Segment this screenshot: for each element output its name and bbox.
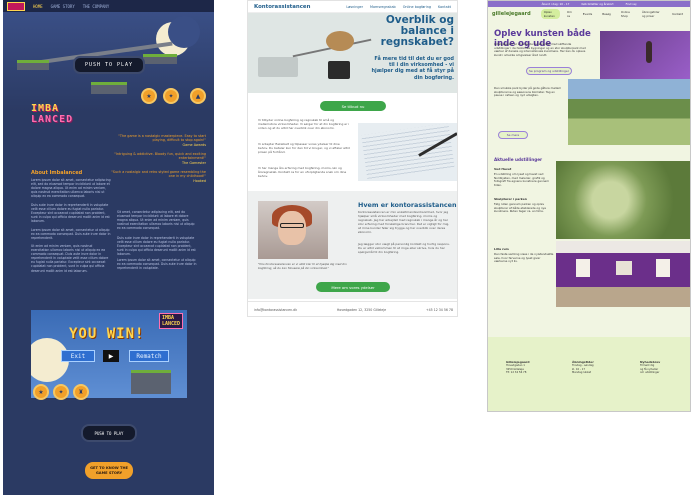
push-to-play-button[interactable]: PUSH TO PLAY	[73, 56, 145, 74]
kontor-brand[interactable]: Kontorassistancen	[254, 4, 310, 10]
about-paragraph: Lorem ipsum dolor sit amet, consectetur …	[31, 178, 111, 199]
nav-game-story[interactable]: GAME STORY	[51, 4, 75, 9]
about-heading: About Imbalanced	[31, 170, 83, 176]
hero-subtitle: Få mere tid til det du er god til i din …	[371, 56, 454, 81]
nav-om-os[interactable]: Om os	[564, 9, 576, 19]
nav-momsregnskab[interactable]: Momsregnskab	[370, 5, 396, 9]
coins-image	[258, 57, 298, 77]
rock-platform	[143, 54, 177, 64]
screenshot-collage: HOME GAME STORY THE COMPANY PUSH TO PLAY…	[0, 0, 691, 495]
win-screen: IMBA LANCED YOU WIN! Exit ▶ Rematch	[31, 310, 187, 398]
rock-platform	[91, 82, 127, 94]
gille-nav: gillelejegaard Oplev kunsten Om os Event…	[488, 7, 690, 21]
game-story-button[interactable]: GET TO KNOW THE GAME STORY	[85, 462, 133, 479]
game-site-panel: HOME GAME STORY THE COMPANY PUSH TO PLAY…	[3, 0, 214, 495]
nav-oplev-kunsten[interactable]: Oplev kunsten	[540, 9, 560, 19]
nav-shop[interactable]: Online Shop	[618, 9, 635, 19]
character-badge-icon[interactable]: ▲	[190, 88, 206, 104]
game-nav: HOME GAME STORY THE COMPANY	[3, 0, 214, 12]
intro-paragraph: Vi har mange års erfaring med bogføring,…	[258, 166, 347, 178]
exhibition-text: En udstilling om lyset og havet ved Nord…	[494, 172, 549, 187]
character-badge-icon[interactable]: ★	[141, 88, 157, 104]
character-badge-icon[interactable]: ♜	[73, 384, 89, 400]
gallery-photo	[600, 31, 690, 79]
program-button[interactable]: Se program og udstillinger	[526, 67, 572, 75]
paperwork-image	[358, 123, 457, 181]
rock-platform	[131, 370, 171, 394]
directions-link[interactable]: Find vej	[626, 2, 637, 6]
exhibition-title: Ved Havet	[494, 167, 512, 171]
about-paragraph: Sit amet, consectetur adipiscing elit, s…	[117, 210, 195, 231]
calculator-image	[328, 61, 350, 79]
imbalanced-logo: IMBA LANCED	[31, 103, 74, 125]
services-button[interactable]: Mere om vores ydelser	[316, 282, 390, 292]
character-badge-icon[interactable]: ✦	[53, 384, 69, 400]
about-paragraph: Lorem ipsum dolor sit amet, consectetur …	[31, 228, 111, 241]
about-heading: Hvem er kontorassistancen	[358, 201, 457, 209]
about-paragraph: Jeg lægger stor vægt på personlig kontak…	[358, 242, 450, 254]
character-badge-icon[interactable]: ★	[33, 384, 49, 400]
nav-events[interactable]: Events	[580, 11, 595, 17]
character-badge-icon[interactable]: ✦	[163, 88, 179, 104]
opening-today: Åbent i dag: 10 - 17	[541, 2, 570, 6]
intro-paragraph: Vi arbejder fleksibelt og tilpasser vore…	[258, 142, 350, 154]
gille-brand[interactable]: gillelejegaard	[492, 11, 531, 17]
review-quote: "Intriguing & addictive. Bloody fun, qui…	[114, 152, 206, 165]
park-aerial-photo	[556, 161, 690, 239]
kontor-footer: info@kontorassistancen.dk Hovedgaden 12,…	[248, 301, 457, 316]
tickets-link[interactable]: Køb billetter og årskort	[581, 2, 613, 6]
kontorassistancen-panel: Kontorassistancen Løsninger Momsregnskab…	[247, 0, 458, 317]
about-paragraph: Lorem ipsum dolor sit amet, consectetur …	[117, 258, 197, 271]
portrait-photo	[258, 201, 328, 259]
nav-aabningstider[interactable]: Åbningstider og priser	[639, 9, 665, 19]
footer-phone[interactable]: +45 12 34 56 78	[426, 308, 453, 312]
intro-paragraph: Vi tilbyder online bogføring og regnskab…	[258, 118, 350, 130]
gillelejegaard-panel: Åbent i dag: 10 - 17 Køb billetter og år…	[487, 0, 691, 412]
footer-column: Nyhedsbrev Tilmeld dig og få nyheder om ud…	[640, 360, 661, 375]
footer-address: Hovedgaden 12, 3250 Gilleleje	[336, 308, 387, 312]
current-exhibitions-heading: Aktuelle udstillinger	[494, 157, 543, 162]
potato-image	[326, 31, 354, 51]
exhibition-text: Følg ruten gennem parken og oplev skulpt…	[494, 202, 547, 214]
garden-photo	[568, 79, 690, 145]
about-paragraph: Duis aute irure dolor in reprehenderit i…	[117, 236, 196, 257]
intro-paragraph: Gillelejegaard er et levende kunstcenter…	[494, 42, 586, 57]
exit-button[interactable]: Exit	[61, 350, 95, 362]
kontor-nav: Kontorassistancen Løsninger Momsregnskab…	[248, 1, 457, 13]
nav-kontakt[interactable]: Kontakt	[438, 5, 451, 9]
push-to-play-button[interactable]: PUSH TO PLAY	[81, 424, 137, 442]
footer-column: Åbningstider Tirsdag - søndag kl. 10 - 17…	[572, 360, 594, 375]
park-paragraph: Den smukke park byder på gode gåture mel…	[494, 86, 562, 98]
gille-footer: Gillelejegaard Hovedgaden 1 3250 Gillelej…	[488, 337, 690, 411]
nav-online-bogfoering[interactable]: Online bogføring	[403, 5, 431, 9]
play-icon[interactable]: ▶	[103, 350, 119, 362]
exhibition-title: Skulpturer i parken	[494, 197, 527, 201]
about-paragraph: Duis aute irure dolor in reprehenderit i…	[31, 203, 110, 224]
about-paragraph: Ut enim ad minim veniam, quis nostrud ex…	[31, 244, 109, 273]
win-title: YOU WIN!	[69, 326, 145, 342]
exhibition-text: Den faste samling vises i de nyistandsat…	[494, 252, 554, 264]
testimonial-quote: "Hos Kontorassistancen er vi altid klar …	[258, 262, 347, 270]
see-more-button[interactable]: Se mere	[498, 131, 528, 139]
nav-besoeg[interactable]: Besøg	[599, 11, 614, 17]
game-hero: PUSH TO PLAY ★ ✦ ▲	[3, 12, 214, 112]
offer-button[interactable]: Se tilbud nu	[320, 101, 386, 111]
rematch-button[interactable]: Rematch	[129, 350, 169, 362]
footer-column: Gillelejegaard Hovedgaden 1 3250 Gillelej…	[506, 360, 530, 375]
about-paragraph: Kontorassistancen er min enkeltmandsvirk…	[358, 210, 450, 234]
exhibition-room-photo	[556, 241, 690, 307]
game-logo-small[interactable]	[7, 1, 25, 11]
nav-kontakt[interactable]: Kontakt	[669, 11, 686, 17]
rock-platform	[17, 60, 49, 70]
nav-home[interactable]: HOME	[33, 4, 43, 9]
review-quote: "The game is a nostalgic masterpiece. Ea…	[118, 134, 206, 147]
nav-company[interactable]: THE COMPANY	[83, 4, 110, 9]
hero-title: Overblik og balance i regnskabet?	[380, 14, 454, 48]
nav-loesninger[interactable]: Løsninger	[346, 5, 363, 9]
win-logo: IMBA LANCED	[158, 313, 183, 329]
footer-email[interactable]: info@kontorassistancen.dk	[254, 308, 297, 312]
exhibition-title: Lilla rum	[494, 247, 509, 251]
review-quote: "Such a nostalgic and retro styled game …	[111, 170, 206, 183]
